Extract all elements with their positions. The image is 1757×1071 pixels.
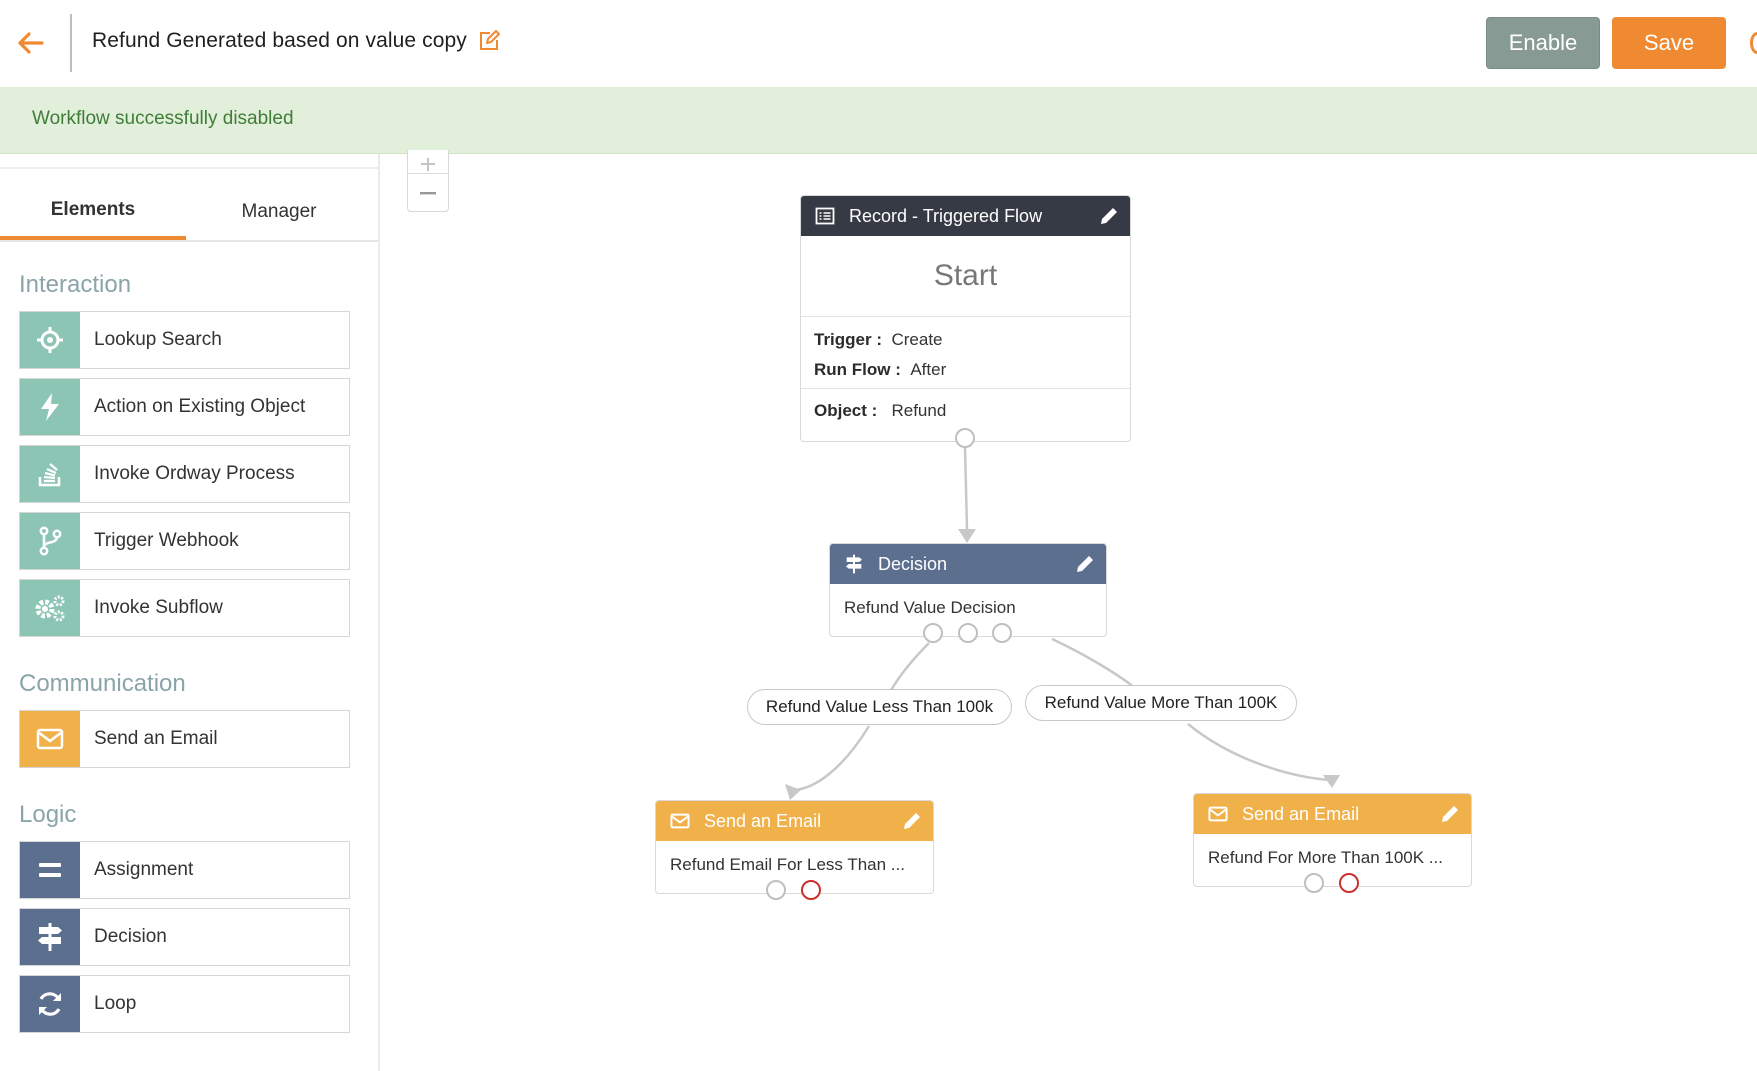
email-node-right[interactable]: Send an Email Refund For More Than 100K … xyxy=(1193,793,1472,893)
bolt-icon xyxy=(20,379,80,435)
element-loop[interactable]: Loop xyxy=(19,975,350,1033)
element-decision[interactable]: Decision xyxy=(19,908,350,966)
tab-elements[interactable]: Elements xyxy=(0,184,186,240)
success-output-port[interactable] xyxy=(1304,873,1324,893)
object-key: Object : xyxy=(814,401,878,420)
start-node-header: Record - Triggered Flow xyxy=(801,196,1130,236)
equals-icon xyxy=(20,842,80,898)
edit-pencil-icon[interactable] xyxy=(901,810,923,832)
element-trigger-webhook[interactable]: Trigger Webhook xyxy=(19,512,350,570)
element-label: Invoke Subflow xyxy=(94,597,223,618)
header-divider xyxy=(70,14,72,72)
envelope-icon xyxy=(1208,803,1230,825)
envelope-icon xyxy=(20,711,80,767)
help-icon[interactable] xyxy=(1750,32,1757,54)
fault-output-port[interactable] xyxy=(1339,873,1359,893)
trigger-key: Trigger : xyxy=(814,330,883,349)
signpost-icon xyxy=(844,553,866,575)
element-action-on-existing-object[interactable]: Action on Existing Object xyxy=(19,378,350,436)
zoom-in-button[interactable] xyxy=(408,150,448,172)
element-invoke-ordway-process[interactable]: Invoke Ordway Process xyxy=(19,445,350,503)
element-label: Invoke Ordway Process xyxy=(94,463,295,484)
workflow-title: Refund Generated based on value copy xyxy=(92,29,467,52)
element-invoke-subflow[interactable]: Invoke Subflow xyxy=(19,579,350,637)
edit-pencil-icon[interactable] xyxy=(1098,205,1120,227)
element-label: Send an Email xyxy=(94,728,218,749)
trigger-value: Create xyxy=(891,330,943,349)
runflow-key: Run Flow : xyxy=(814,360,901,379)
edit-pencil-icon[interactable] xyxy=(1074,553,1096,575)
email-node-header: Send an Email xyxy=(1194,794,1471,834)
email-node-body: Refund For More Than 100K ... xyxy=(1208,848,1443,867)
decision-node-header: Decision xyxy=(830,544,1106,584)
object-row: Object : Refund xyxy=(801,389,1130,431)
element-send-an-email[interactable]: Send an Email xyxy=(19,710,350,768)
element-label: Action on Existing Object xyxy=(94,396,306,417)
element-lookup-search[interactable]: Lookup Search xyxy=(19,311,350,369)
branch-icon xyxy=(20,513,80,569)
envelope-icon xyxy=(670,810,692,832)
element-assignment[interactable]: Assignment xyxy=(19,841,350,899)
success-banner: Workflow successfully disabled xyxy=(0,87,1757,154)
element-label: Trigger Webhook xyxy=(94,530,239,551)
decision-output-port[interactable] xyxy=(958,623,978,643)
section-title-logic: Logic xyxy=(19,801,77,828)
runflow-value: After xyxy=(910,360,947,379)
decision-node[interactable]: Decision Refund Value Decision xyxy=(829,543,1107,643)
back-arrow-icon[interactable] xyxy=(14,26,48,60)
element-label: Assignment xyxy=(94,859,194,880)
fault-output-port[interactable] xyxy=(801,880,821,900)
crosshair-icon xyxy=(20,312,80,368)
sidebar-tabs: Elements Manager xyxy=(0,184,378,242)
workflow-title-group: Refund Generated based on value copy xyxy=(92,29,501,53)
enable-button[interactable]: Enable xyxy=(1486,17,1600,69)
object-value: Refund xyxy=(891,401,947,420)
element-label: Lookup Search xyxy=(94,329,222,350)
zoom-controls xyxy=(407,150,449,212)
start-node-title: Record - Triggered Flow xyxy=(849,205,1043,226)
email-node-title: Send an Email xyxy=(704,810,822,831)
banner-message: Workflow successfully disabled xyxy=(32,108,294,129)
zoom-out-button[interactable] xyxy=(408,174,448,211)
edit-pencil-icon[interactable] xyxy=(1439,803,1461,825)
loop-icon xyxy=(20,976,80,1032)
email-node-title: Send an Email xyxy=(1242,803,1360,824)
decision-node-title: Decision xyxy=(878,553,948,574)
section-title-interaction: Interaction xyxy=(19,271,132,298)
element-label: Decision xyxy=(94,926,167,947)
decision-output-port[interactable] xyxy=(923,623,943,643)
element-label: Loop xyxy=(94,993,137,1014)
edge-label-more-than-100k[interactable]: Refund Value More Than 100K xyxy=(1025,685,1297,721)
save-button[interactable]: Save xyxy=(1612,17,1726,69)
sidebar-divider xyxy=(0,167,378,169)
tab-manager[interactable]: Manager xyxy=(186,184,372,240)
success-output-port[interactable] xyxy=(766,880,786,900)
signpost-icon xyxy=(20,909,80,965)
start-trigger-info: Trigger : Create Run Flow : After xyxy=(801,317,1130,389)
stack-icon xyxy=(20,446,80,502)
edge-label-less-than-100k[interactable]: Refund Value Less Than 100k xyxy=(747,689,1012,725)
section-title-communication: Communication xyxy=(19,670,186,697)
list-icon xyxy=(815,205,837,227)
start-output-port[interactable] xyxy=(955,428,975,448)
email-node-header: Send an Email xyxy=(656,801,933,841)
runflow-row: Run Flow : After xyxy=(801,355,1130,385)
sidebar-panel: Elements Manager Interaction Lookup Sear… xyxy=(0,154,380,1071)
top-header: Refund Generated based on value copy Ena… xyxy=(0,0,1757,87)
gears-icon xyxy=(20,580,80,636)
start-label: Start xyxy=(801,236,1130,317)
edit-title-icon[interactable] xyxy=(477,29,501,53)
start-node[interactable]: Record - Triggered Flow Start Trigger : … xyxy=(800,195,1131,448)
decision-output-port[interactable] xyxy=(992,623,1012,643)
trigger-row: Trigger : Create xyxy=(801,325,1130,355)
email-node-body: Refund Email For Less Than ... xyxy=(670,855,905,874)
email-node-left[interactable]: Send an Email Refund Email For Less Than… xyxy=(655,800,934,900)
